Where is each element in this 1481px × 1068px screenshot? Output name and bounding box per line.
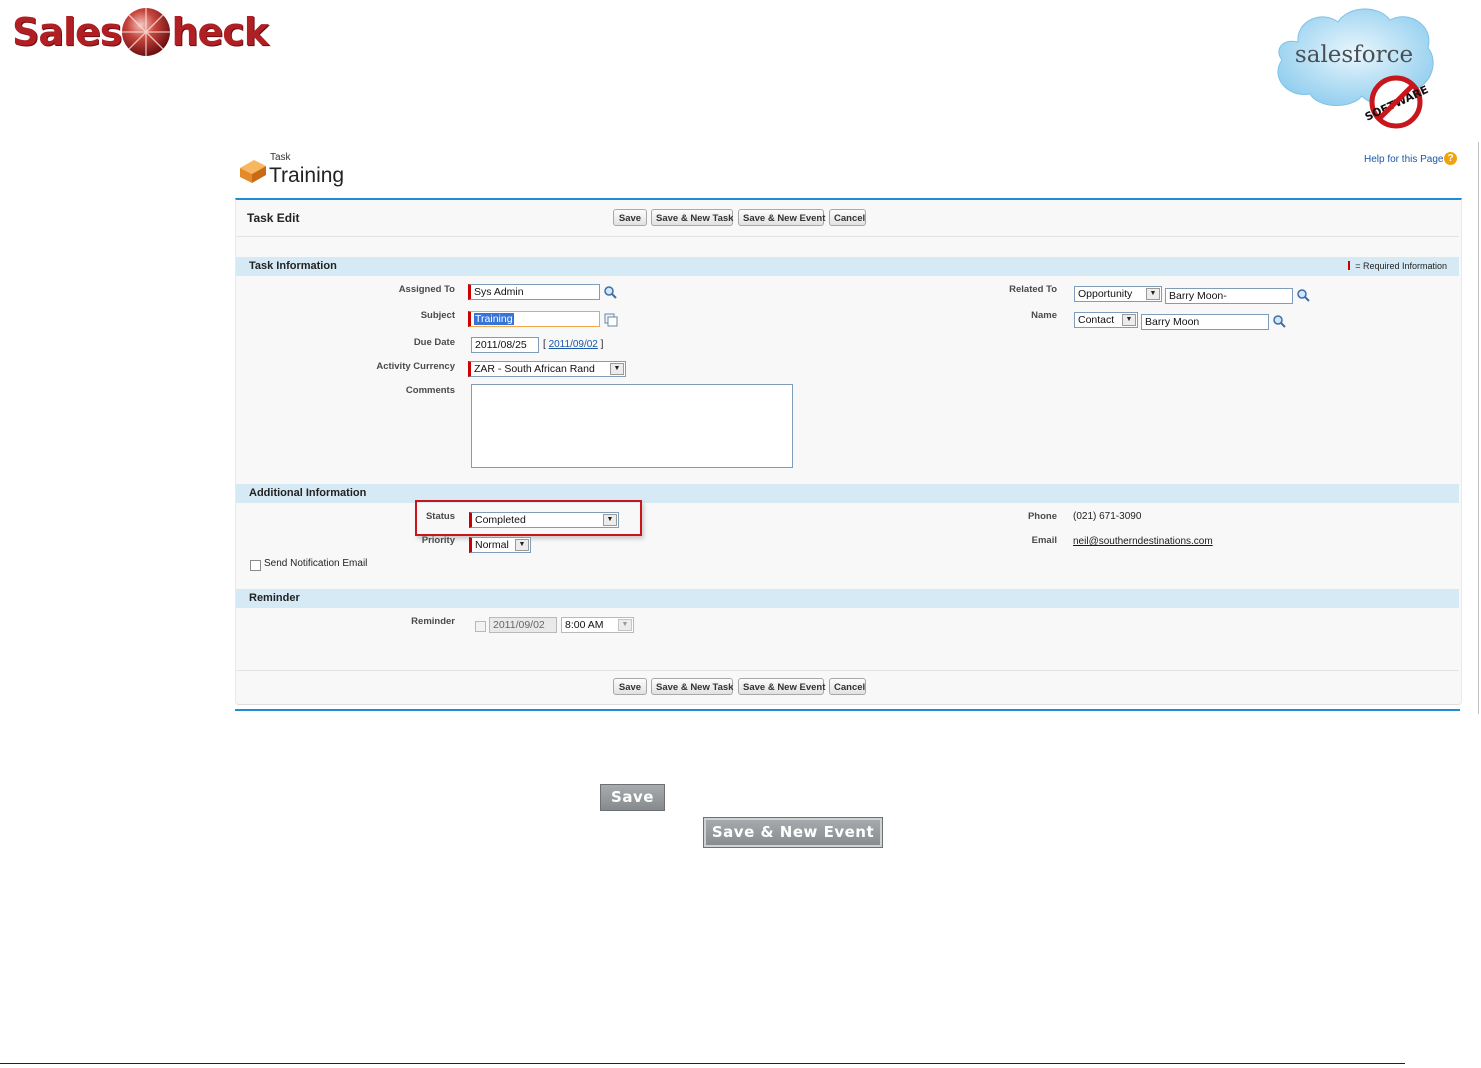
today-date-link[interactable]: 2011/09/02 [549, 339, 598, 350]
lookup-icon[interactable] [1272, 314, 1287, 328]
related-to-type-value: Opportunity [1078, 288, 1133, 300]
save-new-event-button[interactable]: Save & New Event [738, 209, 825, 226]
chevron-down-icon: ▼ [1122, 314, 1136, 326]
reminder-checkbox[interactable] [475, 621, 486, 632]
chevron-down-icon: ▼ [618, 619, 632, 631]
currency-label: Activity Currency [376, 361, 455, 372]
due-date-today: [ 2011/09/02 ] [543, 339, 604, 350]
save-new-task-button[interactable]: Save & New Task [651, 209, 733, 226]
save-new-event-button-callout[interactable]: Save & New Event [703, 817, 883, 848]
required-marker [1348, 261, 1351, 270]
send-notification-checkbox[interactable] [250, 560, 261, 571]
page-edge-rule [1478, 142, 1479, 714]
combo-lookup-icon[interactable] [604, 313, 619, 327]
currency-select-value: ZAR - South African Rand [474, 363, 595, 375]
globe-logo-icon [122, 8, 171, 56]
currency-select[interactable]: ZAR - South African Rand ▼ [468, 361, 626, 377]
page-footer-rule [0, 1063, 1405, 1064]
subject-input-text: Training [474, 313, 514, 325]
priority-label: Priority [421, 535, 455, 546]
priority-select-value: Normal [475, 539, 509, 551]
status-highlight-box [415, 500, 642, 536]
section-reminder: Reminder [236, 589, 1459, 608]
send-notification-label: Send Notification Email [264, 558, 368, 569]
lookup-icon[interactable] [603, 285, 618, 299]
chevron-down-icon: ▼ [610, 363, 624, 375]
email-label: Email [1031, 535, 1057, 546]
section-label: Reminder [249, 592, 300, 604]
email-link[interactable]: neil@southerndestinations.com [1073, 536, 1213, 547]
related-to-input[interactable]: Barry Moon- [1165, 288, 1293, 304]
panel-title: Task Edit [247, 211, 300, 225]
chevron-down-icon: ▼ [1146, 288, 1160, 300]
assigned-to-label: Assigned To [398, 284, 455, 295]
name-type-select[interactable]: Contact ▼ [1074, 312, 1138, 328]
reminder-date-input[interactable]: 2011/09/02 [489, 617, 557, 633]
cancel-button-bottom[interactable]: Cancel [829, 678, 866, 695]
page-title: Training [269, 164, 345, 187]
comments-textarea[interactable] [471, 384, 793, 468]
save-new-event-button-bottom[interactable]: Save & New Event [738, 678, 825, 695]
divider [236, 236, 1459, 237]
section-label: Additional Information [249, 487, 367, 499]
priority-select[interactable]: Normal ▼ [469, 537, 531, 553]
divider [236, 670, 1459, 671]
comments-label: Comments [405, 385, 455, 396]
phone-label: Phone [1027, 511, 1057, 522]
lookup-icon[interactable] [1296, 288, 1311, 302]
save-button-bottom[interactable]: Save [613, 678, 647, 695]
logo-text-right: heck [171, 10, 269, 54]
name-input[interactable]: Barry Moon [1141, 314, 1269, 330]
subject-input[interactable]: Training [468, 311, 600, 327]
required-legend: = Required Information [1348, 261, 1447, 271]
section-task-information: Task Information = Required Information [236, 257, 1459, 276]
cancel-button[interactable]: Cancel [829, 209, 866, 226]
salesforce-no-software-logo: salesforce SOFTWARE [1277, 8, 1434, 129]
help-link[interactable]: Help for this Page [1364, 154, 1444, 165]
reminder-label: Reminder [411, 616, 455, 627]
section-label: Task Information [249, 260, 337, 272]
related-to-type-select[interactable]: Opportunity ▼ [1074, 286, 1162, 302]
save-new-task-button-bottom[interactable]: Save & New Task [651, 678, 733, 695]
name-type-value: Contact [1078, 314, 1115, 326]
help-icon[interactable]: ? [1444, 152, 1457, 165]
reminder-time-value: 8:00 AM [565, 619, 604, 631]
required-legend-text: = Required Information [1355, 261, 1447, 271]
assigned-to-input[interactable]: Sys Admin [468, 284, 600, 300]
task-icon [240, 160, 266, 183]
salesforce-wordmark: salesforce [1295, 42, 1413, 68]
save-button-callout[interactable]: Save [600, 784, 665, 811]
due-date-input[interactable]: 2011/08/25 [471, 337, 539, 353]
panel-bottom-rule [235, 709, 1460, 711]
subject-label: Subject [420, 310, 455, 321]
logo-text-left: Sales [12, 10, 122, 54]
phone-value: (021) 671-3090 [1073, 511, 1142, 522]
name-label: Name [1031, 310, 1057, 321]
reminder-time-select[interactable]: 8:00 AM ▼ [561, 617, 634, 633]
page-kicker: Task [270, 152, 291, 163]
saleschek-logo: Sales heck [12, 4, 269, 60]
chevron-down-icon: ▼ [515, 539, 529, 551]
related-to-label: Related To [1009, 284, 1057, 295]
due-date-label: Due Date [413, 337, 455, 348]
save-button[interactable]: Save [613, 209, 647, 226]
